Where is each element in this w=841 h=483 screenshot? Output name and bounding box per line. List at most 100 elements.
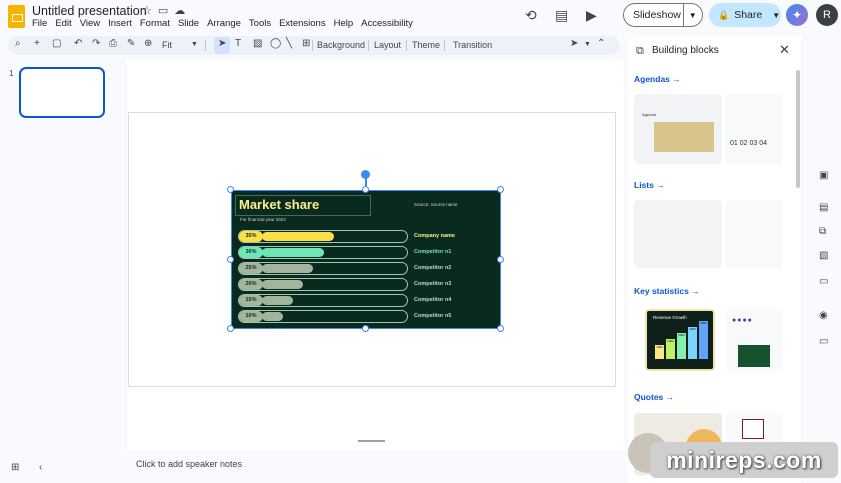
menu-extensions[interactable]: Extensions — [279, 18, 325, 29]
resize-handle[interactable] — [362, 325, 369, 332]
stats-bar: 3000 — [677, 333, 686, 359]
section-quotes[interactable]: Quotes → — [634, 392, 674, 402]
slide-number: 1 — [9, 69, 14, 78]
menu-format[interactable]: Format — [140, 18, 170, 29]
resize-handle[interactable] — [227, 186, 234, 193]
slideshow-dropdown-icon[interactable]: ▼ — [684, 11, 702, 20]
panel-scrollbar[interactable] — [796, 70, 800, 188]
line-icon[interactable]: ╲ — [286, 38, 292, 49]
stats-bar: 1000 — [655, 345, 664, 359]
market-share-chart[interactable]: Market share For financial year 2023 Sou… — [231, 190, 501, 329]
menu-tools[interactable]: Tools — [249, 18, 271, 29]
bar — [262, 312, 283, 321]
bar-value-label: 25% — [239, 263, 263, 274]
new-slide-icon[interactable]: + — [34, 38, 40, 49]
slides-logo-icon[interactable] — [8, 5, 25, 28]
section-key-statistics[interactable]: Key statistics → — [634, 286, 700, 296]
section-agendas[interactable]: Agendas → — [634, 74, 681, 84]
meet-video-icon[interactable]: ▶ — [586, 7, 597, 24]
pointer-dropdown-icon[interactable]: ▼ — [584, 41, 591, 48]
text-box-icon[interactable]: T — [235, 38, 241, 49]
bar — [262, 248, 324, 257]
keep-icon[interactable]: ▣ — [819, 170, 828, 181]
list-template-1[interactable] — [634, 200, 722, 268]
version-history-icon[interactable]: ⟲ — [525, 7, 537, 24]
agenda-template-1[interactable]: Agenda — [634, 94, 722, 164]
section-quotes-label: Quotes — [634, 392, 664, 402]
select-cursor-icon[interactable]: ➤ — [218, 38, 226, 49]
share-dropdown-icon[interactable]: ▼ — [772, 11, 780, 20]
menu-arrange[interactable]: Arrange — [207, 18, 241, 29]
search-menus-icon[interactable]: ⌕ — [15, 38, 21, 49]
toolbar: ⌕ + ▢ ↶ ↷ ⎙ ✎ ⊕ Fit ▼ ➤ T ▨ ◯ ╲ ⊞ Backgr… — [8, 36, 620, 55]
agenda-number: 02 — [739, 140, 748, 147]
gemini-icon[interactable]: ✦ — [786, 4, 808, 26]
menu-slide[interactable]: Slide — [178, 18, 199, 29]
menu-accessibility[interactable]: Accessibility — [361, 18, 413, 29]
transition-button[interactable]: Transition — [453, 40, 492, 50]
agenda-template-2[interactable]: 01 02 03 04 — [726, 94, 782, 164]
zoom-icon[interactable]: ⊕ — [144, 38, 152, 49]
layout-button[interactable]: Layout — [374, 40, 401, 50]
drive-folder-icon[interactable]: ▭ — [819, 276, 828, 287]
grid-view-icon[interactable]: ⊞ — [11, 462, 19, 473]
resize-handle[interactable] — [227, 325, 234, 332]
speaker-notes[interactable]: Click to add speaker notes — [127, 453, 624, 479]
record-icon[interactable]: ◉ — [819, 310, 828, 321]
shape-icon[interactable]: ◯ — [270, 38, 281, 49]
notes-resize-handle[interactable] — [358, 440, 385, 442]
slideshow-label: Slideshow — [633, 9, 681, 21]
print-icon[interactable]: ⎙ — [109, 38, 117, 49]
comments-icon[interactable]: ▤ — [555, 7, 568, 24]
resize-handle[interactable] — [362, 186, 369, 193]
category-label: Competitor n4 — [414, 297, 452, 303]
cloud-status-icon[interactable]: ☁ — [174, 4, 185, 17]
share-button[interactable]: 🔒 Share ▼ — [709, 3, 781, 27]
zoom-dropdown-icon[interactable]: ▼ — [191, 41, 198, 48]
close-icon[interactable]: ✕ — [779, 42, 790, 58]
new-slide-dropdown-icon[interactable]: ▢ — [52, 38, 61, 49]
menu-file[interactable]: File — [32, 18, 47, 29]
undo-icon[interactable]: ↶ — [74, 38, 82, 49]
bar — [262, 296, 293, 305]
list-template-2[interactable] — [726, 200, 782, 268]
agenda-number: 03 — [749, 140, 758, 147]
resize-handle[interactable] — [497, 186, 504, 193]
category-label: Competitor n5 — [414, 313, 452, 319]
theme-button[interactable]: Theme — [412, 40, 440, 50]
resize-handle[interactable] — [227, 255, 234, 263]
background-button[interactable]: Background — [317, 40, 365, 50]
redo-icon[interactable]: ↷ — [92, 38, 100, 49]
stats-template-2[interactable]: ●●●● — [726, 309, 782, 371]
pointer-mode-icon[interactable]: ➤ — [570, 38, 578, 49]
avatar[interactable]: R — [816, 4, 838, 26]
building-blocks-icon[interactable]: ⧉ — [819, 226, 826, 237]
menu-insert[interactable]: Insert — [108, 18, 132, 29]
stats-template-1[interactable]: Revenue Growth 1000 2000 3000 4000 5000 — [645, 309, 715, 371]
zoom-select[interactable]: Fit — [162, 40, 172, 50]
menu-edit[interactable]: Edit — [55, 18, 71, 29]
bar-row: 35% — [238, 230, 408, 243]
calendar-icon[interactable]: ▤ — [819, 202, 828, 213]
video-icon[interactable]: ▭ — [819, 336, 828, 347]
category-label: Competitor n1 — [414, 249, 452, 255]
rotate-handle[interactable] — [361, 170, 370, 179]
menu-view[interactable]: View — [80, 18, 100, 29]
resize-handle[interactable] — [497, 325, 504, 332]
building-blocks-panel: ⧉ Building blocks ✕ Agendas → Agenda 01 … — [628, 36, 801, 483]
collapse-toolbar-icon[interactable]: ⌃ — [597, 38, 605, 49]
image-icon[interactable]: ▨ — [253, 38, 262, 49]
resize-handle[interactable] — [497, 255, 504, 263]
tasks-icon[interactable]: ▧ — [819, 250, 828, 261]
star-icon[interactable]: ☆ — [142, 4, 152, 17]
comment-add-icon[interactable]: ⊞ — [302, 38, 310, 49]
collapse-filmstrip-icon[interactable]: ‹ — [39, 462, 42, 473]
slide-thumbnail[interactable] — [19, 67, 105, 118]
bar-row: 20% — [238, 278, 408, 291]
slideshow-button[interactable]: Slideshow ▼ — [623, 3, 703, 27]
section-lists[interactable]: Lists → — [634, 180, 665, 190]
document-title[interactable]: Untitled presentation — [32, 4, 147, 18]
move-folder-icon[interactable]: ▭ — [158, 4, 168, 17]
menu-help[interactable]: Help — [334, 18, 354, 29]
paint-format-icon[interactable]: ✎ — [127, 38, 135, 49]
